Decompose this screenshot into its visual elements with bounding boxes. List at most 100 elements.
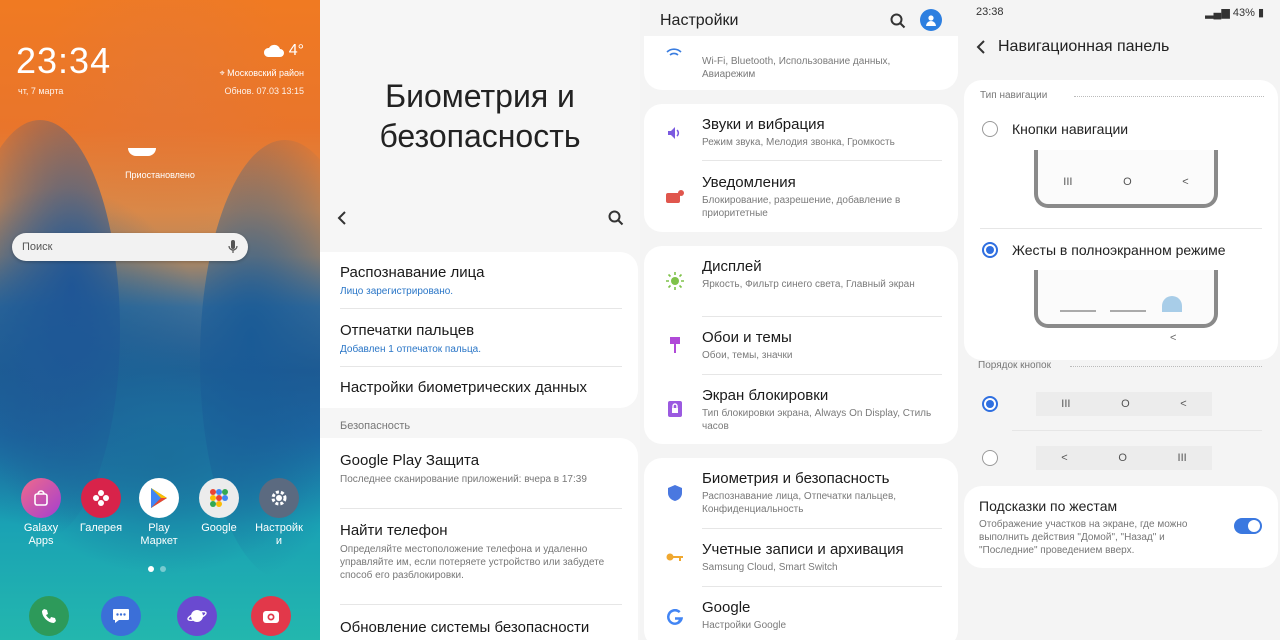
signal-icon: ▂▄▆	[1205, 7, 1230, 19]
list-item-face[interactable]: Распознавание лица Лицо зарегистрировано…	[340, 264, 618, 298]
back-arrow-icon[interactable]	[336, 210, 348, 226]
home-screen: 23:34 чт, 7 марта 4° ⌖ Московский район …	[0, 0, 320, 640]
app-label: Настройк и	[255, 522, 303, 547]
item-subtitle: Блокирование, разрешение, добавление в п…	[702, 195, 901, 219]
divider	[702, 316, 942, 317]
notification-icon	[666, 188, 684, 206]
item-subtitle: Добавлен 1 отпечаток пальца.	[340, 344, 482, 355]
nav-buttons-preview: III O <	[1038, 170, 1214, 194]
page-title-line1: Биометрия и	[385, 78, 575, 114]
item-title: Учетные записи и архивация	[702, 541, 904, 558]
page-indicator	[160, 566, 166, 572]
list-item-security-update[interactable]: Обновление системы безопасности	[340, 619, 618, 636]
biometrics-card: Распознавание лица Лицо зарегистрировано…	[320, 252, 638, 408]
item-subtitle: Распознавание лица, Отпечатки пальцев, К…	[702, 491, 897, 515]
security-card: Google Play Защита Последнее сканировани…	[320, 438, 638, 640]
divider	[702, 528, 942, 529]
list-item-display[interactable]: Дисплей Яркость, Фильтр синего света, Гл…	[702, 258, 944, 291]
shield-icon	[666, 484, 684, 502]
sound-notif-card: Звуки и вибрация Режим звука, Мелодия зв…	[644, 104, 958, 232]
list-item-wallpapers[interactable]: Обои и темы Обои, темы, значки	[702, 329, 944, 362]
list-item-biometrics-security[interactable]: Биометрия и безопасность Распознавание л…	[702, 470, 944, 516]
back-icon: <	[1182, 176, 1189, 188]
list-item-accounts-backup[interactable]: Учетные записи и архивация Samsung Cloud…	[702, 541, 944, 574]
back-chevron-icon: <	[1170, 332, 1177, 344]
biometrics-screen: Биометрия и безопасность Распознавание л…	[320, 0, 640, 640]
date: чт, 7 марта	[18, 86, 64, 96]
temperature: 4°	[288, 42, 304, 59]
divider	[702, 586, 942, 587]
google-search-bar[interactable]: Поиск	[12, 233, 248, 261]
app-google-folder[interactable]: Google	[189, 478, 249, 535]
radio-gestures[interactable]	[982, 242, 998, 258]
camera-icon[interactable]	[251, 596, 291, 636]
clock[interactable]: 23:34	[16, 40, 111, 82]
play-store-icon	[139, 478, 179, 518]
divider	[340, 308, 622, 309]
option-label[interactable]: Кнопки навигации	[1012, 121, 1128, 137]
section-rule	[1070, 366, 1262, 367]
option-label[interactable]: Жесты в полноэкранном режиме	[1012, 242, 1226, 258]
internet-browser-icon[interactable]	[177, 596, 217, 636]
location-label: Московский район	[227, 68, 304, 78]
hints-toggle[interactable]	[1234, 518, 1262, 534]
order-bar-1[interactable]: III O <	[1036, 392, 1212, 416]
touch-indicator	[1162, 296, 1182, 312]
recent-apps-icon: III	[1177, 452, 1187, 464]
list-item-notifications[interactable]: Уведомления Блокирование, разрешение, до…	[702, 174, 944, 220]
list-item-google[interactable]: Google Настройки Google	[702, 599, 944, 632]
item-title: Google	[702, 599, 751, 616]
back-icon: <	[1061, 452, 1068, 464]
gesture-hint-bar	[1060, 310, 1096, 312]
item-subtitle: Режим звука, Мелодия звонка, Громкость	[702, 137, 895, 148]
gear-icon	[259, 478, 299, 518]
radio-order-1[interactable]	[982, 396, 998, 412]
status-right: ▂▄▆ 43% ▮	[1205, 6, 1264, 19]
section-header-nav-type: Тип навигации	[980, 90, 1048, 101]
item-subtitle: Обои, темы, значки	[702, 350, 793, 361]
back-arrow-icon[interactable]	[976, 40, 986, 54]
connections-card[interactable]: Wi-Fi, Bluetooth, Использование данных, …	[644, 36, 958, 90]
app-play-market[interactable]: Play Маркет	[129, 478, 189, 548]
section-header-button-order: Порядок кнопок	[978, 360, 1051, 371]
divider	[340, 604, 622, 605]
cloud-icon	[263, 44, 284, 57]
messages-icon[interactable]	[101, 596, 141, 636]
boat-label: Приостановлено	[125, 170, 195, 180]
weather-widget[interactable]: 4°	[263, 42, 304, 60]
brightness-icon	[666, 272, 684, 290]
list-item-find-phone[interactable]: Найти телефон Определяйте местоположение…	[340, 522, 618, 582]
gesture-hints-card: Подсказки по жестам Отображение участков…	[964, 486, 1278, 568]
item-subtitle: Настройки Google	[702, 620, 787, 631]
header: Навигационная панель	[976, 38, 1169, 56]
item-title: Уведомления	[702, 174, 796, 191]
app-label: Play Маркет	[140, 522, 178, 547]
list-item-lock-screen[interactable]: Экран блокировки Тип блокировки экрана, …	[702, 387, 944, 433]
location-pin-icon: ⌖	[219, 68, 225, 78]
order-bar-2[interactable]: < O III	[1036, 446, 1212, 470]
item-title: Звуки и вибрация	[702, 116, 825, 133]
app-galaxy-apps[interactable]: Galaxy Apps	[11, 478, 71, 548]
radio-order-2[interactable]	[982, 450, 998, 466]
item-title: Обновление системы безопасности	[340, 619, 590, 636]
item-subtitle: Лицо зарегистрировано.	[340, 286, 454, 297]
phone-icon[interactable]	[29, 596, 69, 636]
app-settings[interactable]: Настройк и	[249, 478, 309, 548]
divider	[340, 508, 622, 509]
location: ⌖ Московский район	[220, 68, 304, 79]
account-avatar-icon[interactable]	[920, 9, 942, 31]
home-icon: O	[1123, 176, 1132, 188]
google-g-icon	[666, 608, 684, 626]
search-icon[interactable]	[890, 13, 906, 29]
lock-icon	[666, 400, 684, 418]
list-item-play-protect[interactable]: Google Play Защита Последнее сканировани…	[340, 452, 618, 486]
mic-icon[interactable]	[228, 240, 238, 254]
list-item-biometric-settings[interactable]: Настройки биометрических данных	[340, 379, 618, 396]
list-item-fingerprints[interactable]: Отпечатки пальцев Добавлен 1 отпечаток п…	[340, 322, 618, 356]
radio-nav-buttons[interactable]	[982, 121, 998, 137]
list-item-sounds[interactable]: Звуки и вибрация Режим звука, Мелодия зв…	[702, 116, 944, 149]
item-title: Обои и темы	[702, 329, 792, 346]
search-icon[interactable]	[608, 210, 624, 226]
app-gallery[interactable]: Галерея	[71, 478, 131, 535]
item-subtitle: Samsung Cloud, Smart Switch	[702, 562, 838, 573]
